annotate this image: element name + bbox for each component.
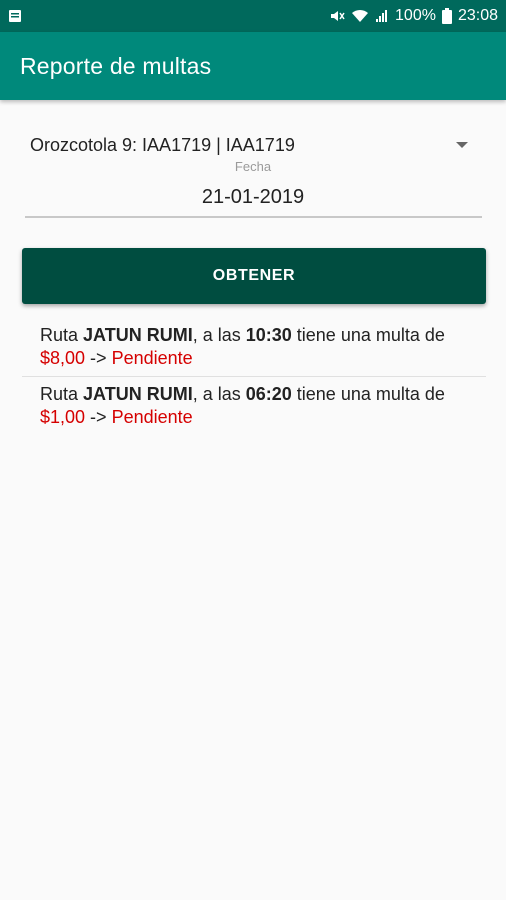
wifi-icon <box>351 9 369 23</box>
list-item-status: Pendiente <box>111 407 193 427</box>
list-item-suffix: tiene una multa de <box>291 325 445 345</box>
notification-icon <box>8 8 22 24</box>
vehicle-dropdown-value: Orozcotola 9: IAA1719 | IAA1719 <box>30 134 295 155</box>
page-title: Reporte de multas <box>20 52 212 79</box>
mute-icon <box>329 8 345 24</box>
results-list: Ruta JATUN RUMI, a las 10:30 tiene una m… <box>22 318 486 435</box>
list-item-time: 06:20 <box>245 384 292 404</box>
app-bar: Reporte de multas <box>0 32 506 100</box>
list-item-route: JATUN RUMI <box>83 384 193 404</box>
list-item-suffix: tiene una multa de <box>291 384 445 404</box>
list-item-status: Pendiente <box>111 348 193 368</box>
list-item-amount: $1,00 <box>40 407 86 427</box>
date-field-label: Fecha <box>234 159 272 174</box>
signal-icon <box>375 9 389 23</box>
list-item[interactable]: Ruta JATUN RUMI, a las 10:30 tiene una m… <box>22 318 486 377</box>
list-item-mid: , a las <box>192 325 246 345</box>
clock: 23:08 <box>457 7 498 24</box>
dropdown-arrow-icon <box>456 142 468 148</box>
list-item-prefix: Ruta <box>40 384 84 404</box>
vehicle-dropdown[interactable]: Orozcotola 9: IAA1719 | IAA1719 <box>30 128 476 162</box>
obtener-button[interactable]: OBTENER <box>22 248 486 304</box>
battery-percent: 100% <box>395 7 436 24</box>
battery-icon <box>441 8 452 24</box>
status-bar: 100% 23:08 <box>0 0 506 32</box>
list-item-route: JATUN RUMI <box>83 325 193 345</box>
list-item[interactable]: Ruta JATUN RUMI, a las 06:20 tiene una m… <box>22 377 486 435</box>
date-field-underline <box>25 216 482 218</box>
date-field[interactable]: 21-01-2019 <box>0 186 506 209</box>
list-item-time: 10:30 <box>245 325 292 345</box>
list-item-arrow: -> <box>85 348 112 368</box>
list-item-prefix: Ruta <box>40 325 84 345</box>
list-item-arrow: -> <box>85 407 112 427</box>
list-item-mid: , a las <box>192 384 246 404</box>
list-item-amount: $8,00 <box>40 348 86 368</box>
